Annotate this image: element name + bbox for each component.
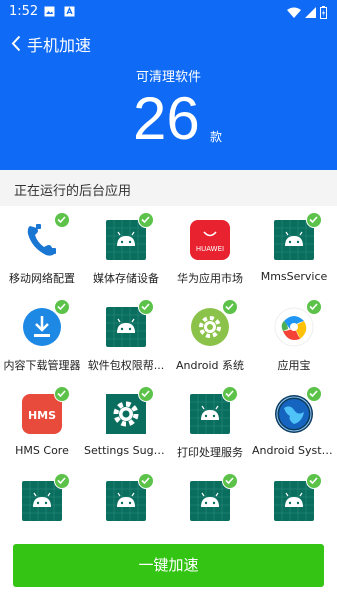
checked-icon[interactable] [138,386,154,402]
app-item[interactable]: 媒体存储设备 [84,206,168,293]
android-icon [190,386,238,434]
header: 1:52 手机加速 可清理软件 26 款 [0,0,337,170]
android-icon [106,299,154,347]
app-label: HMS Core [15,444,69,457]
app-label: 华为应用市场 [177,272,243,285]
app-label: 媒体存储设备 [93,272,159,285]
huawei-appgallery-icon: HUAWEI [190,220,230,260]
app-label: 软件包权限帮... [87,359,165,372]
checked-icon[interactable] [306,299,322,315]
android-icon [106,473,154,521]
app-item[interactable]: MmsService [252,206,336,293]
checked-icon[interactable] [306,212,322,228]
app-label: 打印处理服务 [177,446,243,459]
cleanable-count-number: 26 [133,85,200,152]
chevron-left-icon [11,35,21,51]
page-title: 手机加速 [27,36,92,55]
status-time: 1:52 [9,4,39,19]
checked-icon[interactable] [54,473,70,489]
section-title: 正在运行的后台应用 [14,184,132,199]
back-button[interactable] [6,30,26,56]
app-item[interactable] [84,467,168,531]
checked-icon[interactable] [306,386,322,402]
hms-core-icon: HMS [22,386,70,434]
app-item[interactable] [168,467,252,531]
checked-icon[interactable] [54,299,70,315]
android-icon [274,473,322,521]
cleanable-label: 可清理软件 [135,70,201,85]
app-item[interactable] [252,467,336,531]
checked-icon[interactable] [138,212,154,228]
android-icon [22,473,70,521]
download-manager-icon [22,299,70,347]
app-label: Android Syste... [252,444,336,457]
checked-icon[interactable] [306,473,322,489]
app-item[interactable]: 移动网络配置 [0,206,84,293]
app-grid: 移动网络配置 媒体存储设备 HUAWEI 华为应用市场 MmsService 内… [0,206,337,531]
settings-gear-icon [106,386,154,434]
checked-icon[interactable] [54,212,70,228]
checked-icon[interactable] [222,299,238,315]
globe-icon [274,386,322,434]
title-bar: 手机加速 [0,28,337,58]
app-item[interactable]: Android 系统 [168,293,252,380]
app-label: Settings Sugge... [84,444,168,457]
android-settings-gear-icon [190,299,238,347]
app-item[interactable] [0,467,84,531]
android-icon [274,212,322,260]
svg-text:HUAWEI: HUAWEI [196,245,224,253]
one-click-accelerate-button[interactable]: 一键加速 [13,544,324,587]
checked-icon[interactable] [54,386,70,402]
app-label: 移动网络配置 [9,272,75,285]
cleanable-count-unit: 款 [210,130,223,144]
checked-icon[interactable] [222,473,238,489]
app-item[interactable]: Android Syste... [252,380,336,467]
android-icon [190,473,238,521]
section-header: 正在运行的后台应用 [0,170,337,206]
app-item[interactable]: HMS HMS Core [0,380,84,467]
yingyongbao-icon [274,299,322,347]
battery-icon [320,5,327,19]
status-icons [287,5,327,19]
app-item[interactable]: 软件包权限帮... [84,293,168,380]
app-label: 应用宝 [277,359,311,372]
wifi-icon [287,7,301,18]
android-icon [106,212,154,260]
app-item[interactable]: HUAWEI 华为应用市场 [168,206,252,293]
svg-text:HMS: HMS [28,409,56,422]
image-notification-icon [44,6,55,17]
app-label: Android 系统 [175,359,245,372]
app-label: MmsService [260,270,328,283]
phone-icon [22,212,70,260]
status-bar: 1:52 [0,0,337,24]
checked-icon[interactable] [222,386,238,402]
store-notification-icon [64,6,75,17]
app-item[interactable]: Settings Sugge... [84,380,168,467]
app-item[interactable]: 内容下载管理器 [0,293,84,380]
cleanable-count: 26 款 [0,84,337,154]
app-label: 内容下载管理器 [3,359,81,372]
app-item[interactable]: 应用宝 [252,293,336,380]
checked-icon[interactable] [138,473,154,489]
checked-icon[interactable] [138,299,154,315]
signal-icon [305,6,316,18]
app-item[interactable]: 打印处理服务 [168,380,252,467]
